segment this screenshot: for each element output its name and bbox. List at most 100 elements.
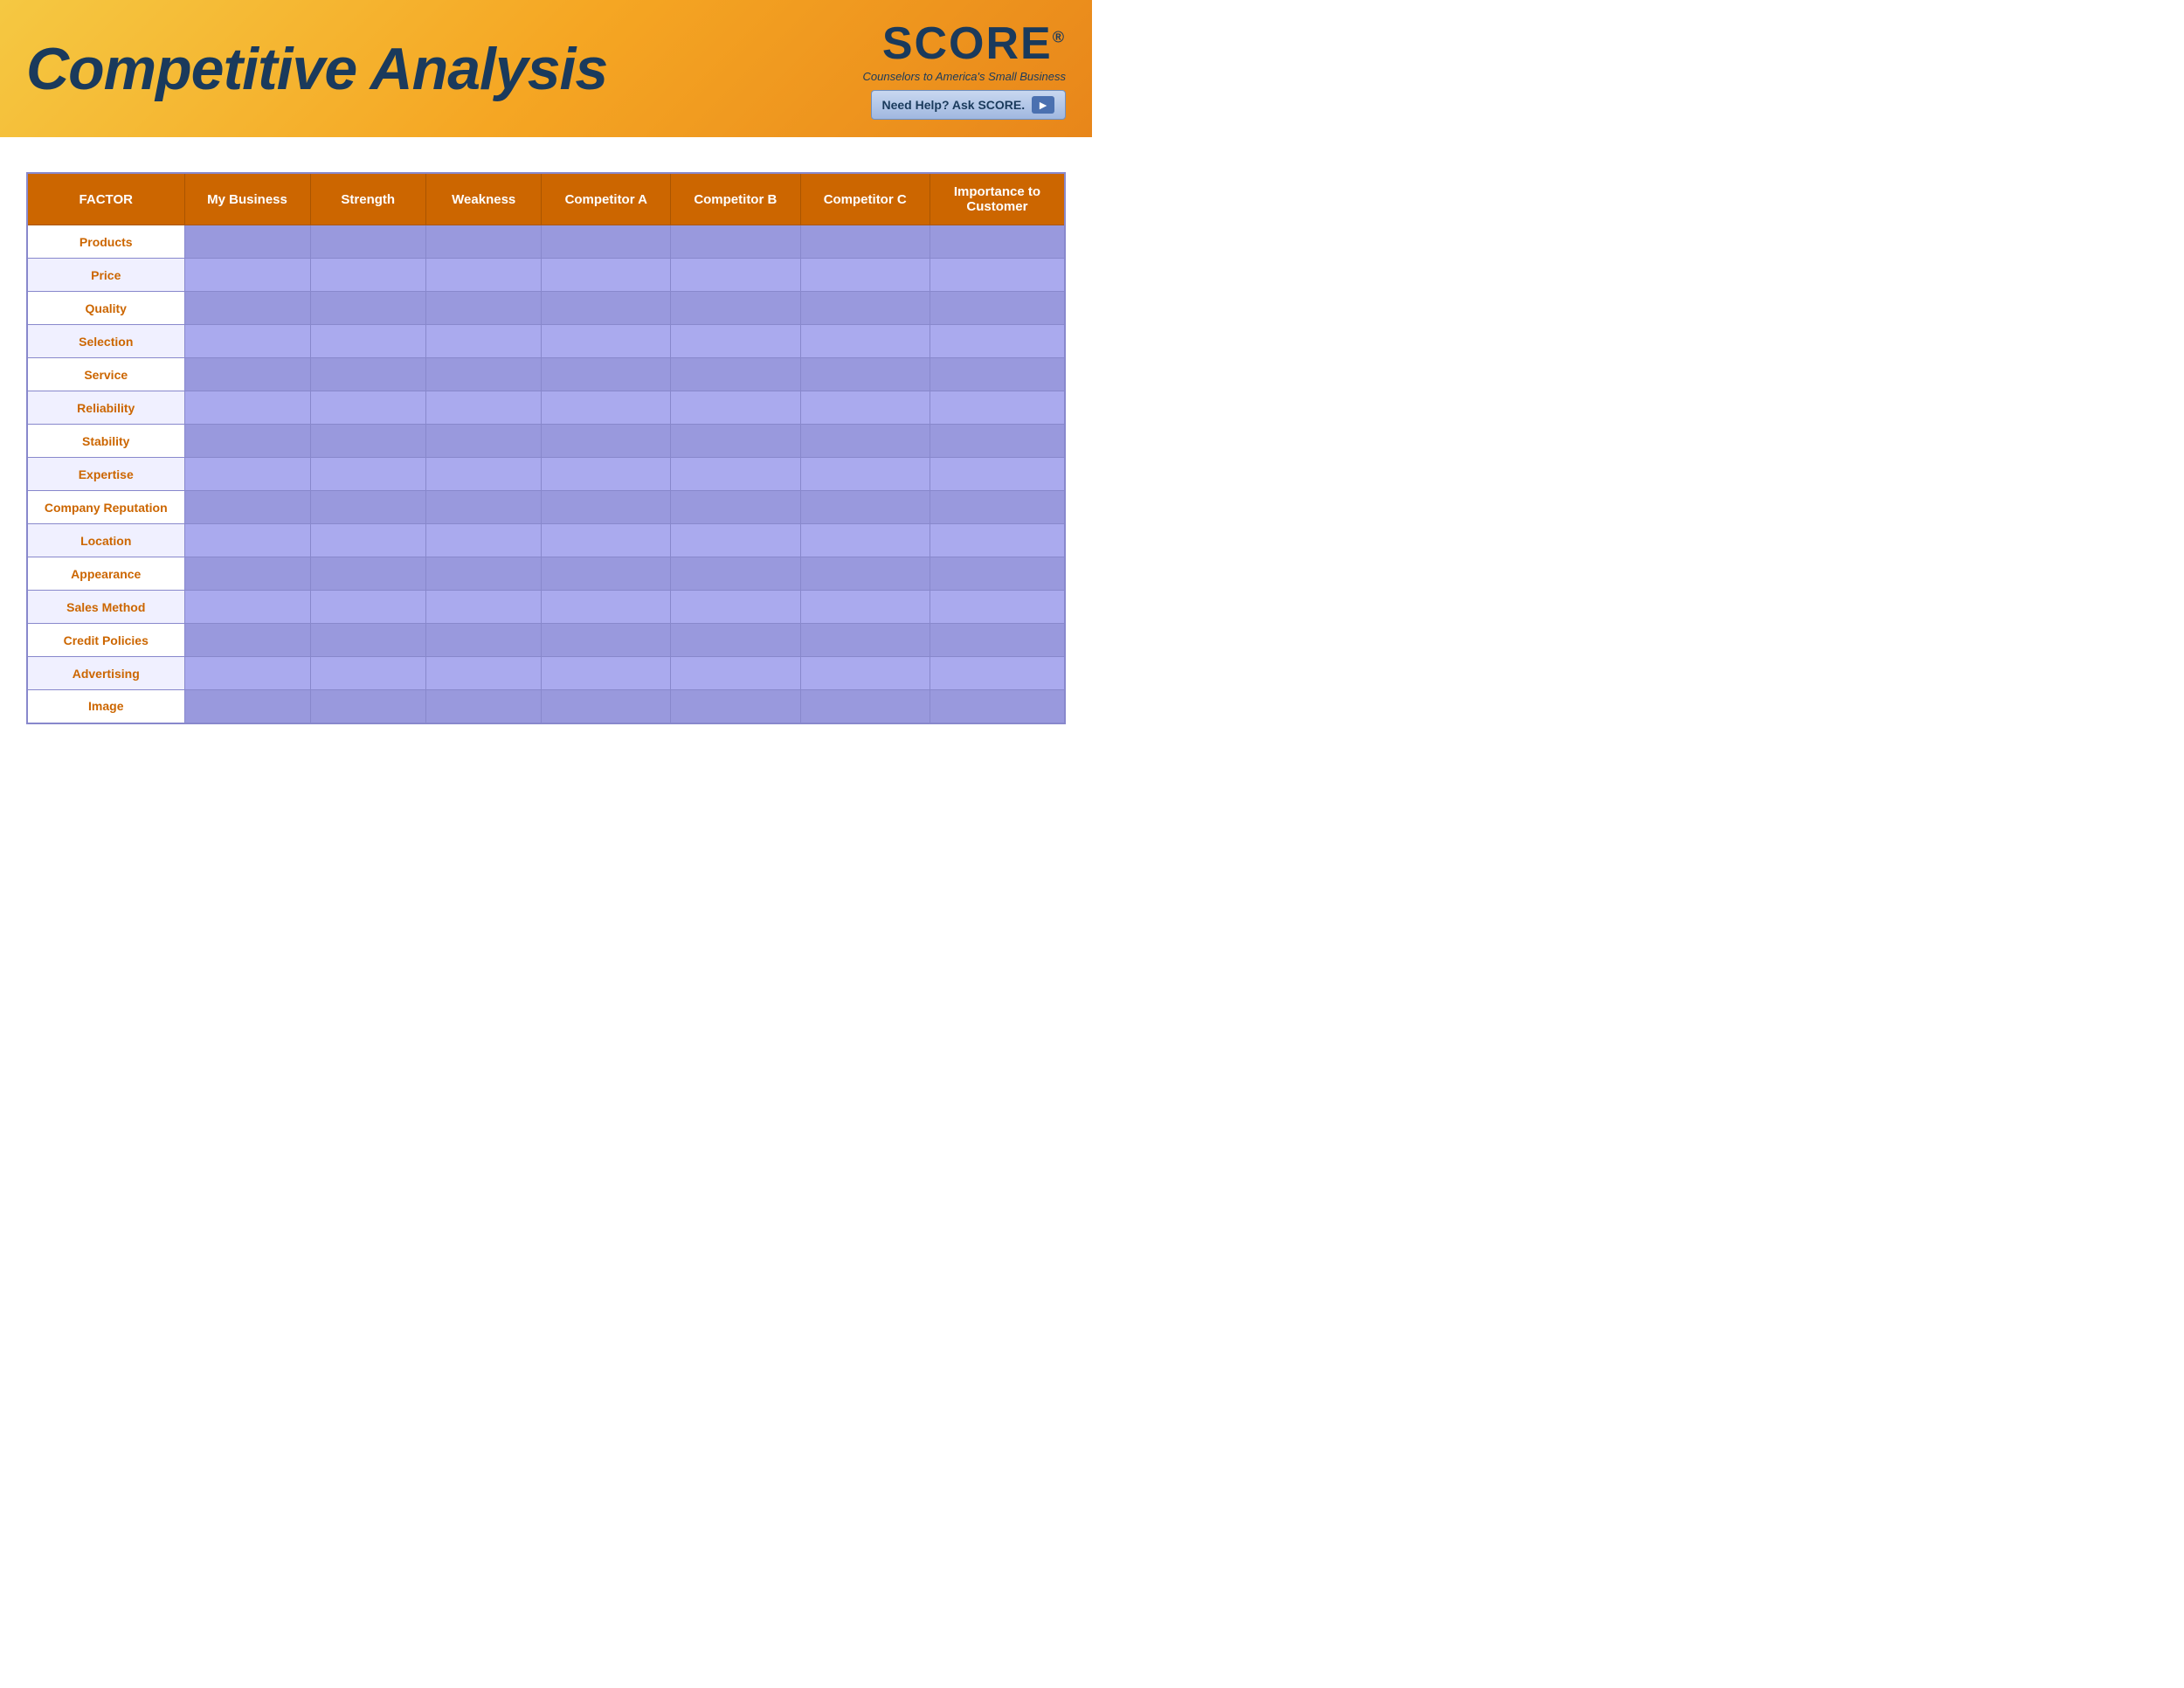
data-cell-strength[interactable] [310,491,425,524]
data-cell-competitor_b[interactable] [671,491,800,524]
data-cell-competitor_a[interactable] [542,557,671,591]
data-cell-importance[interactable] [930,657,1065,690]
data-cell-my_business[interactable] [184,292,310,325]
data-cell-importance[interactable] [930,690,1065,723]
data-cell-competitor_b[interactable] [671,657,800,690]
data-cell-my_business[interactable] [184,225,310,259]
data-cell-competitor_c[interactable] [800,624,930,657]
data-cell-competitor_b[interactable] [671,325,800,358]
data-cell-my_business[interactable] [184,458,310,491]
data-cell-competitor_b[interactable] [671,391,800,425]
data-cell-strength[interactable] [310,391,425,425]
data-cell-importance[interactable] [930,524,1065,557]
data-cell-weakness[interactable] [425,657,541,690]
data-cell-importance[interactable] [930,358,1065,391]
data-cell-weakness[interactable] [425,690,541,723]
data-cell-strength[interactable] [310,524,425,557]
data-cell-competitor_a[interactable] [542,259,671,292]
data-cell-weakness[interactable] [425,358,541,391]
data-cell-my_business[interactable] [184,425,310,458]
data-cell-competitor_c[interactable] [800,524,930,557]
data-cell-weakness[interactable] [425,458,541,491]
data-cell-competitor_b[interactable] [671,358,800,391]
data-cell-weakness[interactable] [425,624,541,657]
data-cell-competitor_a[interactable] [542,425,671,458]
data-cell-weakness[interactable] [425,591,541,624]
data-cell-my_business[interactable] [184,524,310,557]
data-cell-competitor_b[interactable] [671,458,800,491]
data-cell-competitor_b[interactable] [671,292,800,325]
data-cell-competitor_c[interactable] [800,325,930,358]
data-cell-competitor_c[interactable] [800,391,930,425]
data-cell-weakness[interactable] [425,557,541,591]
data-cell-competitor_a[interactable] [542,391,671,425]
data-cell-my_business[interactable] [184,259,310,292]
data-cell-strength[interactable] [310,557,425,591]
data-cell-competitor_a[interactable] [542,225,671,259]
data-cell-my_business[interactable] [184,624,310,657]
data-cell-competitor_b[interactable] [671,690,800,723]
data-cell-weakness[interactable] [425,391,541,425]
data-cell-importance[interactable] [930,425,1065,458]
data-cell-importance[interactable] [930,458,1065,491]
data-cell-competitor_b[interactable] [671,524,800,557]
data-cell-strength[interactable] [310,325,425,358]
data-cell-competitor_c[interactable] [800,292,930,325]
data-cell-competitor_b[interactable] [671,591,800,624]
data-cell-importance[interactable] [930,557,1065,591]
data-cell-competitor_a[interactable] [542,358,671,391]
data-cell-competitor_a[interactable] [542,591,671,624]
data-cell-strength[interactable] [310,657,425,690]
data-cell-importance[interactable] [930,591,1065,624]
data-cell-weakness[interactable] [425,325,541,358]
data-cell-my_business[interactable] [184,391,310,425]
data-cell-competitor_a[interactable] [542,624,671,657]
data-cell-strength[interactable] [310,358,425,391]
data-cell-weakness[interactable] [425,491,541,524]
data-cell-weakness[interactable] [425,225,541,259]
data-cell-importance[interactable] [930,391,1065,425]
data-cell-weakness[interactable] [425,524,541,557]
data-cell-competitor_b[interactable] [671,425,800,458]
data-cell-importance[interactable] [930,225,1065,259]
data-cell-competitor_a[interactable] [542,325,671,358]
need-help-button[interactable]: Need Help? Ask SCORE. ► [871,90,1067,120]
data-cell-competitor_a[interactable] [542,491,671,524]
data-cell-competitor_c[interactable] [800,225,930,259]
data-cell-my_business[interactable] [184,690,310,723]
data-cell-importance[interactable] [930,292,1065,325]
data-cell-competitor_b[interactable] [671,557,800,591]
data-cell-competitor_b[interactable] [671,624,800,657]
data-cell-competitor_b[interactable] [671,259,800,292]
data-cell-competitor_a[interactable] [542,690,671,723]
data-cell-strength[interactable] [310,259,425,292]
data-cell-competitor_c[interactable] [800,557,930,591]
data-cell-strength[interactable] [310,292,425,325]
data-cell-competitor_c[interactable] [800,458,930,491]
data-cell-competitor_c[interactable] [800,259,930,292]
data-cell-competitor_a[interactable] [542,458,671,491]
data-cell-importance[interactable] [930,259,1065,292]
data-cell-my_business[interactable] [184,557,310,591]
data-cell-strength[interactable] [310,225,425,259]
data-cell-weakness[interactable] [425,292,541,325]
data-cell-strength[interactable] [310,458,425,491]
data-cell-competitor_a[interactable] [542,657,671,690]
data-cell-strength[interactable] [310,690,425,723]
data-cell-competitor_b[interactable] [671,225,800,259]
data-cell-strength[interactable] [310,624,425,657]
data-cell-my_business[interactable] [184,657,310,690]
data-cell-competitor_c[interactable] [800,657,930,690]
data-cell-importance[interactable] [930,491,1065,524]
data-cell-competitor_a[interactable] [542,524,671,557]
data-cell-my_business[interactable] [184,325,310,358]
data-cell-weakness[interactable] [425,425,541,458]
data-cell-competitor_c[interactable] [800,690,930,723]
data-cell-competitor_a[interactable] [542,292,671,325]
data-cell-competitor_c[interactable] [800,591,930,624]
data-cell-competitor_c[interactable] [800,491,930,524]
data-cell-importance[interactable] [930,325,1065,358]
data-cell-my_business[interactable] [184,358,310,391]
data-cell-strength[interactable] [310,591,425,624]
data-cell-my_business[interactable] [184,591,310,624]
